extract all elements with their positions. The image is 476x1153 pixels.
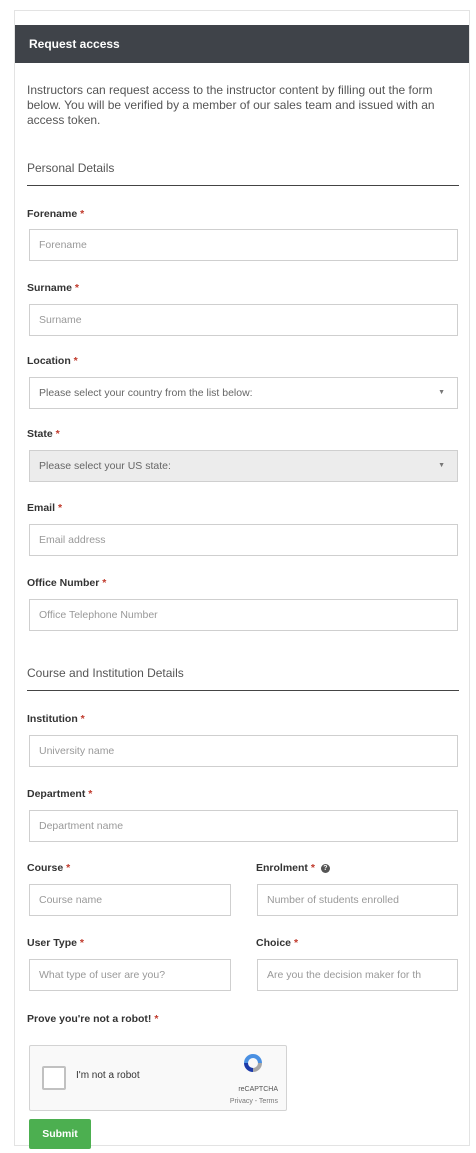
office-number-label: Office Number * bbox=[27, 577, 107, 589]
department-input[interactable]: Department name bbox=[29, 810, 458, 842]
email-label: Email * bbox=[27, 502, 63, 514]
location-select-value: Please select your country from the list… bbox=[39, 387, 253, 399]
panel-header: Request access bbox=[15, 25, 469, 63]
forename-input[interactable]: Forename bbox=[29, 229, 458, 261]
recaptcha-links[interactable]: Privacy - Terms bbox=[230, 1098, 278, 1105]
required-marker: * bbox=[80, 208, 85, 220]
submit-button[interactable]: Submit bbox=[29, 1119, 91, 1149]
section-title-personal: Personal Details bbox=[27, 161, 459, 186]
required-marker: * bbox=[154, 1013, 159, 1025]
required-marker: * bbox=[55, 428, 60, 440]
caret-down-icon: ▼ bbox=[438, 462, 445, 469]
user-type-label: User Type * bbox=[27, 937, 85, 949]
office-number-input[interactable]: Office Telephone Number bbox=[29, 599, 458, 631]
state-select[interactable]: Please select your US state: ▼ bbox=[29, 450, 458, 482]
forename-label: Forename * bbox=[27, 208, 85, 220]
intro-text: Instructors can request access to the in… bbox=[27, 83, 435, 127]
recaptcha-brand: reCAPTCHA bbox=[238, 1086, 278, 1093]
surname-label: Surname * bbox=[27, 282, 79, 294]
section-title-course: Course and Institution Details bbox=[27, 666, 459, 691]
department-label: Department * bbox=[27, 788, 93, 800]
required-marker: * bbox=[102, 577, 107, 589]
help-icon[interactable]: ? bbox=[320, 864, 330, 873]
required-marker: * bbox=[73, 355, 78, 367]
recaptcha-checkbox[interactable] bbox=[42, 1066, 66, 1090]
location-label: Location * bbox=[27, 355, 78, 367]
state-select-value: Please select your US state: bbox=[39, 460, 171, 472]
required-marker: * bbox=[74, 282, 79, 294]
enrolment-input[interactable]: Number of students enrolled bbox=[257, 884, 458, 916]
choice-input[interactable]: Are you the decision maker for th bbox=[257, 959, 458, 991]
user-type-input[interactable]: What type of user are you? bbox=[29, 959, 231, 991]
recaptcha-logo-icon bbox=[244, 1054, 262, 1072]
course-label: Course * bbox=[27, 862, 71, 874]
required-marker: * bbox=[88, 788, 93, 800]
required-marker: * bbox=[66, 862, 71, 874]
enrolment-label: Enrolment * ? bbox=[256, 862, 330, 874]
required-marker: * bbox=[79, 937, 85, 949]
email-input[interactable]: Email address bbox=[29, 524, 458, 556]
required-marker: * bbox=[293, 937, 299, 949]
state-label: State * bbox=[27, 428, 60, 440]
institution-input[interactable]: University name bbox=[29, 735, 458, 767]
course-input[interactable]: Course name bbox=[29, 884, 231, 916]
required-marker: * bbox=[310, 862, 315, 874]
surname-input[interactable]: Surname bbox=[29, 304, 458, 336]
captcha-label: Prove you're not a robot! * bbox=[27, 1013, 159, 1025]
choice-label: Choice * bbox=[256, 937, 299, 949]
required-marker: * bbox=[80, 713, 85, 725]
recaptcha-checkbox-label: I'm not a robot bbox=[76, 1070, 140, 1081]
location-select[interactable]: Please select your country from the list… bbox=[29, 377, 458, 409]
institution-label: Institution * bbox=[27, 713, 85, 725]
recaptcha-widget: I'm not a robot reCAPTCHA Privacy - Term… bbox=[29, 1045, 287, 1111]
caret-down-icon: ▼ bbox=[438, 389, 445, 396]
required-marker: * bbox=[57, 502, 63, 514]
request-access-panel: Request access Instructors can request a… bbox=[14, 10, 470, 1149]
